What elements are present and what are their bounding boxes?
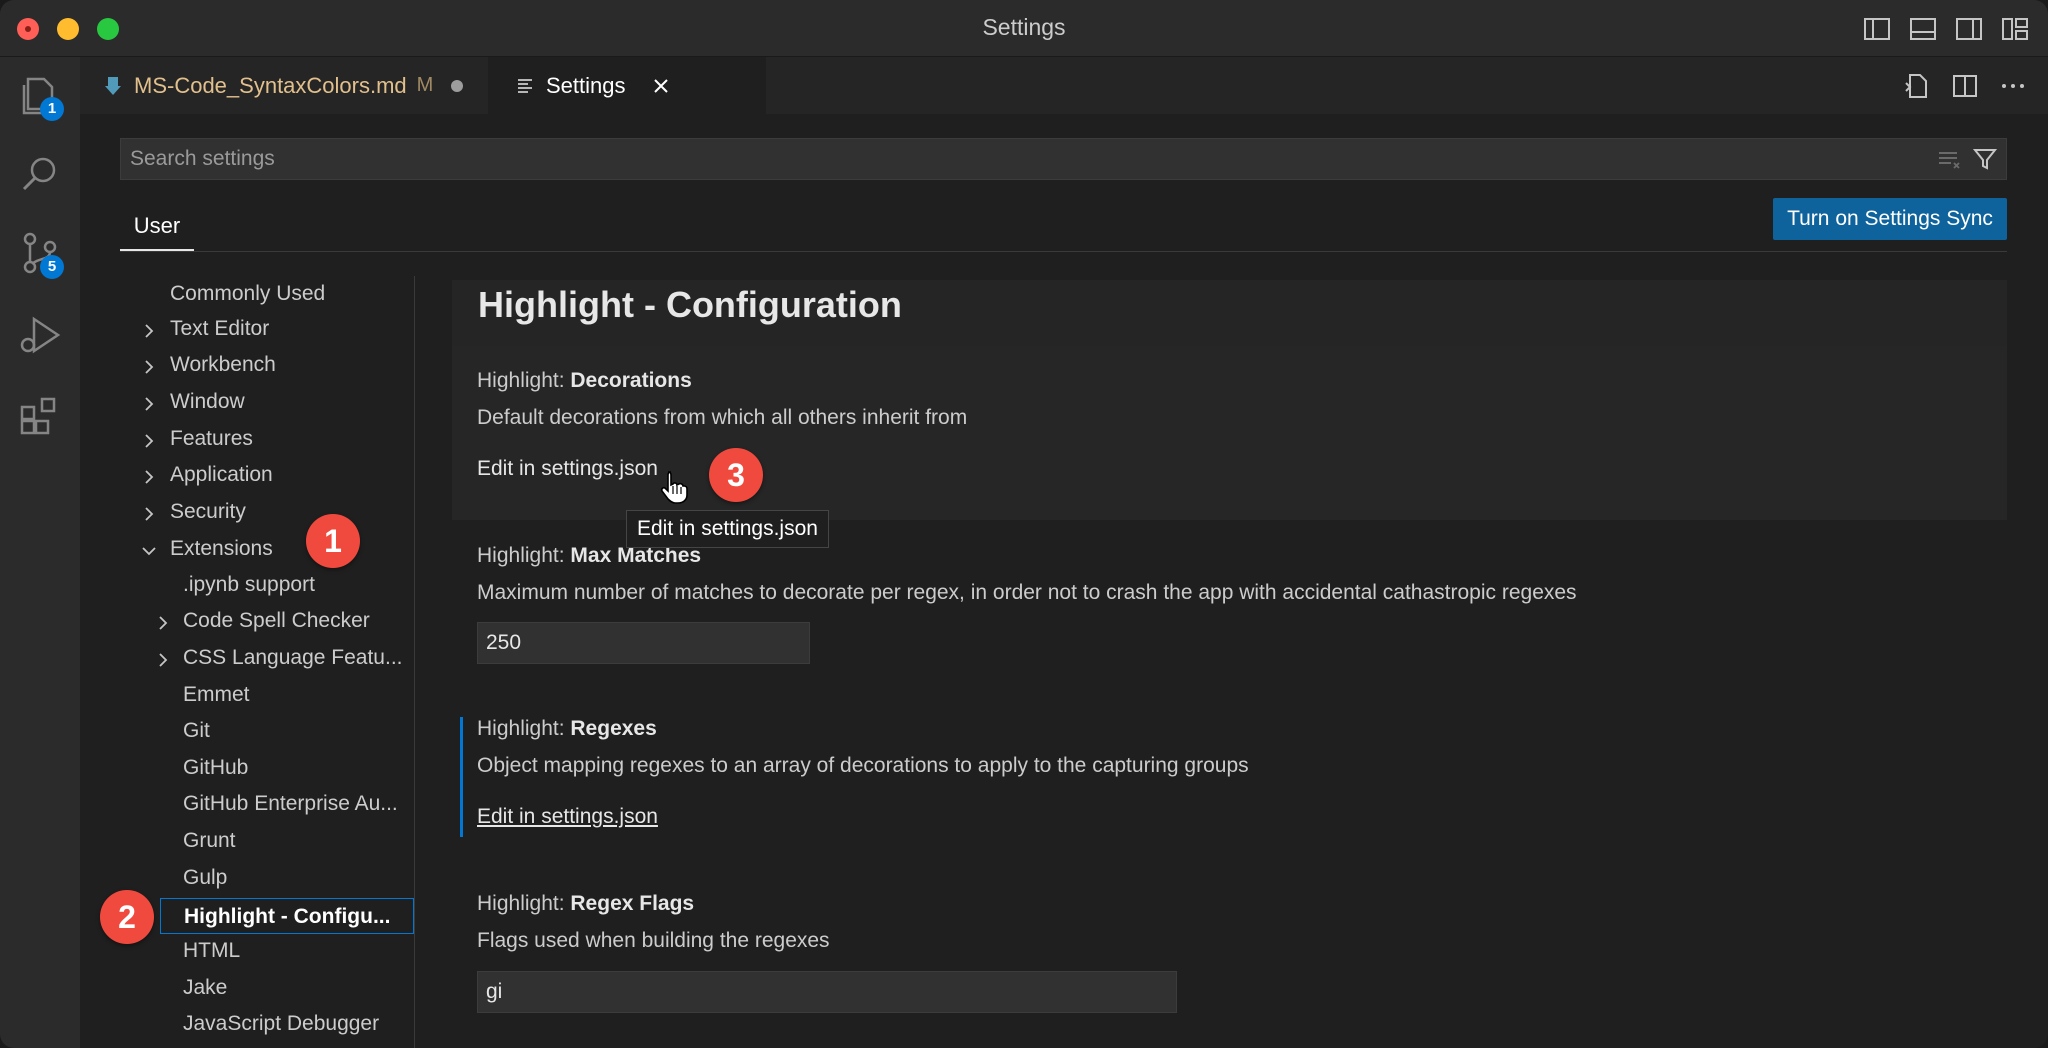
source-control-icon[interactable]: 5	[18, 231, 64, 279]
toc-item-gulp[interactable]: Gulp	[183, 860, 227, 896]
tab-label: MS-Code_SyntaxColors.md	[134, 72, 407, 98]
more-actions-icon[interactable]	[1998, 71, 2028, 101]
toc-item-security[interactable]: Security	[170, 494, 246, 530]
title-bar: Settings	[0, 0, 2048, 57]
search-icon[interactable]	[18, 153, 62, 197]
chevron-right-icon	[159, 616, 168, 630]
chevron-right-icon	[159, 653, 168, 667]
explorer-badge: 1	[40, 97, 64, 121]
edit-in-settings-json-link[interactable]: Edit in settings.json	[477, 457, 658, 481]
toggle-secondary-sidebar-icon[interactable]	[1954, 14, 1984, 44]
activity-bar: 1 5	[0, 57, 80, 1048]
hand-pointer-cursor-icon	[660, 471, 688, 504]
divider	[120, 251, 2007, 252]
settings-tab-icon	[518, 78, 532, 93]
chevron-right-icon	[145, 434, 154, 448]
toc-item-commonly-used[interactable]: Commonly Used	[170, 276, 325, 312]
tab-settings[interactable]: Settings	[488, 57, 766, 114]
callout-badge-3: 3	[709, 448, 763, 502]
toc-item-workbench[interactable]: Workbench	[170, 347, 276, 383]
markdown-file-icon	[105, 76, 121, 95]
toc-item-extensions[interactable]: Extensions	[170, 531, 273, 567]
setting-category: Highlight:	[477, 369, 571, 392]
chevron-right-icon	[145, 360, 154, 374]
toc-item-text-editor[interactable]: Text Editor	[170, 311, 269, 347]
setting-category: Highlight:	[477, 544, 571, 567]
toc-item-emmet[interactable]: Emmet	[183, 677, 250, 713]
open-settings-json-icon[interactable]	[1902, 71, 1932, 101]
layout-controls	[1862, 14, 2030, 44]
window-title: Settings	[982, 14, 1066, 40]
clear-filter-icon[interactable]	[1936, 146, 1962, 172]
unsaved-dot-icon[interactable]	[451, 79, 464, 92]
setting-title-decorations: Highlight: Decorations	[477, 369, 692, 393]
editor-actions	[1902, 71, 2028, 101]
modified-status: M	[416, 74, 434, 96]
chevron-right-icon	[145, 470, 154, 484]
toc-item-html[interactable]: HTML	[183, 933, 240, 969]
filter-icon[interactable]	[1972, 146, 1998, 172]
setting-name: Regexes	[570, 717, 657, 740]
setting-name: Regex Flags	[570, 892, 695, 915]
close-tab-icon[interactable]	[652, 77, 670, 95]
group-title: Highlight - Configuration	[478, 284, 902, 325]
toc-divider	[414, 276, 415, 1048]
tab-markdown-file[interactable]: MS-Code_SyntaxColors.md M	[80, 57, 487, 114]
tab-user-scope[interactable]: User	[120, 205, 194, 251]
max-matches-input[interactable]: 250	[477, 622, 810, 664]
explorer-icon[interactable]: 1	[18, 73, 64, 121]
toc-item-grunt[interactable]: Grunt	[183, 823, 236, 859]
callout-badge-2: 2	[100, 890, 154, 944]
turn-on-settings-sync-button[interactable]: Turn on Settings Sync	[1773, 198, 2007, 240]
modified-indicator	[460, 717, 463, 837]
toggle-primary-sidebar-icon[interactable]	[1862, 14, 1892, 44]
toc-item-features[interactable]: Features	[170, 421, 253, 457]
setting-category: Highlight:	[477, 717, 571, 740]
customize-layout-icon[interactable]	[2000, 14, 2030, 44]
chevron-right-icon	[145, 507, 154, 521]
search-placeholder: Search settings	[130, 147, 275, 170]
setting-category: Highlight:	[477, 892, 571, 915]
chevron-right-icon	[145, 324, 154, 338]
setting-description: Object mapping regexes to an array of de…	[477, 754, 1249, 777]
chevron-down-icon	[142, 547, 156, 556]
tab-label: Settings	[546, 72, 626, 98]
toc-item-code-spell-checker[interactable]: Code Spell Checker	[183, 603, 370, 639]
toc-item-css-language-features[interactable]: CSS Language Featu...	[183, 640, 414, 676]
tooltip: Edit in settings.json	[626, 510, 829, 548]
extensions-icon[interactable]	[18, 393, 62, 437]
setting-name: Decorations	[570, 369, 692, 392]
toc-item-github-enterprise[interactable]: GitHub Enterprise Au...	[183, 786, 414, 822]
run-debug-icon[interactable]	[18, 313, 62, 357]
chevron-right-icon	[145, 397, 154, 411]
setting-title-regexes: Highlight: Regexes	[477, 717, 657, 741]
split-editor-icon[interactable]	[1950, 71, 1980, 101]
toc-item-git[interactable]: Git	[183, 713, 210, 749]
toggle-panel-icon[interactable]	[1908, 14, 1938, 44]
source-control-badge: 5	[40, 255, 64, 279]
toc-item-highlight-configuration[interactable]: Highlight - Configu...	[160, 898, 414, 934]
setting-description: Maximum number of matches to decorate pe…	[477, 581, 1577, 604]
toc-item-window[interactable]: Window	[170, 384, 245, 420]
toc-item-application[interactable]: Application	[170, 457, 273, 493]
toc-item-jake[interactable]: Jake	[183, 970, 227, 1006]
setting-title-regex-flags: Highlight: Regex Flags	[477, 892, 694, 916]
vscode-window: Settings 1 5 MS-Code_SyntaxColors.md M S…	[0, 0, 2048, 1048]
setting-description: Flags used when building the regexes	[477, 929, 830, 952]
toc-item-github[interactable]: GitHub	[183, 750, 248, 786]
setting-description: Default decorations from which all other…	[477, 406, 968, 429]
search-actions	[1936, 146, 1998, 172]
editor-tab-bar: MS-Code_SyntaxColors.md M Settings	[80, 57, 2048, 114]
search-settings-input[interactable]: Search settings	[120, 138, 2007, 180]
edit-in-settings-json-link[interactable]: Edit in settings.json	[477, 805, 658, 829]
toc-item-ipynb-support[interactable]: .ipynb support	[183, 567, 315, 603]
toc-item-javascript-debugger[interactable]: JavaScript Debugger	[183, 1006, 379, 1042]
callout-badge-1: 1	[306, 514, 360, 568]
regex-flags-input[interactable]: gi	[477, 971, 1177, 1013]
